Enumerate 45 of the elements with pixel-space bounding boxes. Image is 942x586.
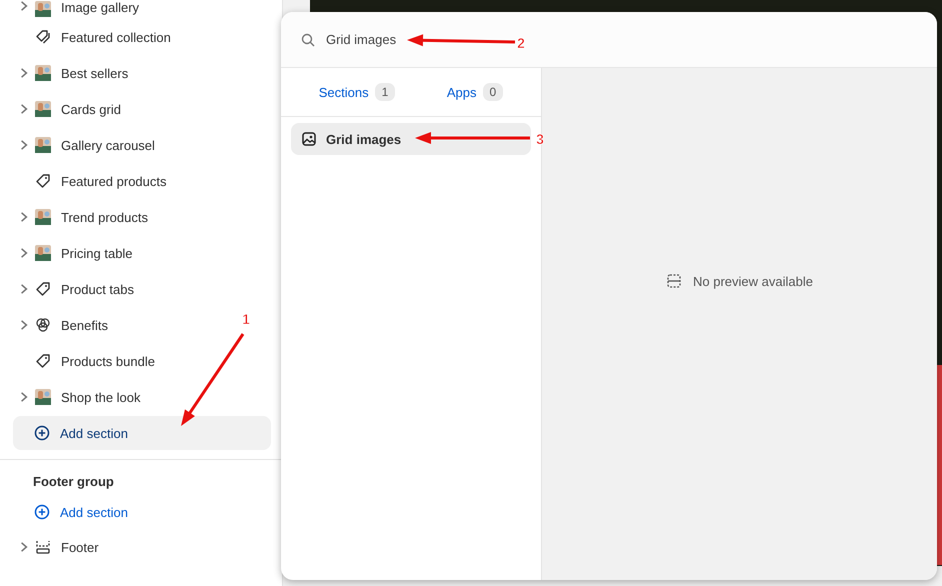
tag-icon [35, 173, 51, 189]
section-item[interactable]: Featured products [61, 174, 167, 188]
footer-layout-icon [35, 539, 51, 555]
section-item[interactable]: Shop the look [61, 390, 141, 404]
layout-icon [666, 273, 682, 289]
chevron-icon[interactable] [18, 319, 30, 331]
section-item[interactable]: Trend products [61, 210, 148, 224]
section-item[interactable]: Pricing table [61, 246, 133, 260]
chevron-icon[interactable] [18, 541, 30, 553]
section-item[interactable]: Products bundle [61, 354, 155, 368]
result-item[interactable]: Grid images [291, 123, 531, 155]
chevron-icon[interactable] [18, 67, 30, 79]
annotation-number: 2 [517, 35, 525, 51]
plus-circle-icon [34, 425, 50, 441]
plus-circle-icon [34, 504, 50, 520]
section-item[interactable]: Featured collection [61, 30, 171, 44]
tab[interactable]: Sections 1 [318, 83, 396, 101]
circles-icon [35, 317, 51, 333]
chevron-icon[interactable] [18, 139, 30, 151]
tab[interactable]: Apps 0 [446, 83, 504, 101]
chevron-icon[interactable] [18, 391, 30, 403]
annotation-number: 3 [536, 131, 544, 147]
section-item[interactable]: Best sellers [61, 66, 128, 80]
add-section-button[interactable]: Add section [13, 416, 271, 450]
tag-icon [35, 353, 51, 369]
section-item[interactable]: Footer [61, 540, 99, 554]
tag-icon [35, 281, 51, 297]
chevron-icon[interactable] [18, 283, 30, 295]
search-icon [300, 32, 316, 48]
group-title: Footer group [32, 473, 115, 491]
chevron-icon[interactable] [18, 247, 30, 259]
image-icon [301, 131, 317, 147]
section-item[interactable]: Product tabs [61, 282, 134, 296]
section-item[interactable]: Image gallery [61, 0, 140, 15]
empty-message: No preview available [693, 274, 813, 288]
section-item[interactable]: Gallery carousel [61, 138, 155, 152]
chevron-icon[interactable] [18, 103, 30, 115]
section-item[interactable]: Cards grid [61, 102, 121, 116]
section-item[interactable]: Benefits [61, 318, 108, 332]
tags-icon [35, 29, 51, 45]
chevron-icon[interactable] [18, 211, 30, 223]
count-badge: 1 [374, 83, 396, 101]
count-badge: 0 [482, 83, 504, 101]
chevron-icon[interactable] [18, 0, 30, 12]
add-section-button[interactable]: Add section [13, 495, 271, 529]
